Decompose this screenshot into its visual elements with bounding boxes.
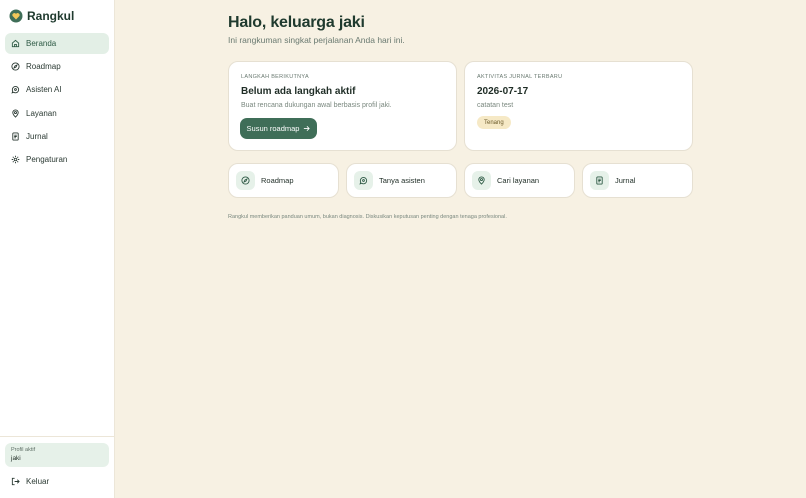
journal-activity-card[interactable]: AKTIVITAS JURNAL TERBARU 2026-07-17 cata…: [464, 61, 693, 151]
sidebar-item-pengaturan[interactable]: Pengaturan: [5, 149, 109, 170]
chat-icon: [359, 177, 368, 185]
sidebar-item-label: Asisten AI: [26, 85, 62, 95]
journal-icon: [12, 132, 19, 141]
sidebar-item-jurnal[interactable]: Jurnal: [5, 126, 109, 147]
quick-link-label: Tanya asisten: [379, 176, 425, 185]
sidebar-item-label: Layanan: [26, 108, 57, 118]
profile-name: jaki: [11, 455, 21, 462]
sidebar-item-asisten-ai[interactable]: Asisten AI: [5, 79, 109, 100]
quick-link-icon-box: [472, 171, 491, 190]
compass-icon: [11, 62, 20, 71]
sidebar-item-label: Jurnal: [26, 131, 48, 141]
heart-logo-icon: [9, 9, 23, 23]
quick-link-icon-box: [236, 171, 255, 190]
quick-link-jurnal[interactable]: Jurnal: [582, 163, 693, 198]
sidebar-item-layanan[interactable]: Layanan: [5, 103, 109, 124]
quick-link-icon-box: [590, 171, 609, 190]
gear-icon: [11, 155, 20, 164]
sidebar-divider: [0, 436, 115, 437]
journal-icon: [596, 176, 603, 185]
journal-activity-eyebrow: AKTIVITAS JURNAL TERBARU: [477, 74, 563, 80]
logout-label: Keluar: [26, 477, 50, 486]
arrow-right-icon: [304, 126, 311, 131]
quick-link-roadmap[interactable]: Roadmap: [228, 163, 339, 198]
next-step-eyebrow: LANGKAH BERIKUTNYA: [241, 74, 309, 80]
active-profile[interactable]: Profil aktif jaki: [5, 443, 109, 467]
sidebar-item-label: Roadmap: [26, 62, 61, 72]
create-roadmap-label: Susun roadmap: [246, 124, 300, 133]
quick-link-label: Roadmap: [261, 176, 294, 185]
sidebar-item-beranda[interactable]: Beranda: [5, 33, 109, 54]
main-content: Halo, keluarga jaki Ini rangkuman singka…: [115, 0, 806, 498]
compass-icon: [241, 176, 250, 185]
profile-label: Profil aktif: [11, 447, 36, 453]
sidebar-item-label: Pengaturan: [26, 154, 68, 164]
journal-entry-date: 2026-07-17: [477, 86, 529, 97]
brand-name: Rangkul: [27, 9, 75, 23]
sidebar-item-roadmap[interactable]: Roadmap: [5, 56, 109, 77]
sidebar-nav: Beranda Roadmap Asisten AI Layanan Jurna…: [5, 33, 109, 172]
next-step-card: LANGKAH BERIKUTNYA Belum ada langkah akt…: [228, 61, 457, 151]
page-title: Halo, keluarga jaki: [228, 14, 365, 31]
chat-icon: [11, 86, 20, 95]
next-step-title: Belum ada langkah aktif: [241, 86, 356, 97]
page-subtitle: Ini rangkuman singkat perjalanan Anda ha…: [228, 35, 405, 45]
journal-entry-note: catatan test: [477, 102, 514, 109]
quick-link-asisten[interactable]: Tanya asisten: [346, 163, 457, 198]
disclaimer: Rangkul memberikan panduan umum, bukan d…: [228, 214, 507, 220]
quick-link-label: Jurnal: [615, 176, 636, 185]
sidebar-item-label: Beranda: [26, 39, 57, 48]
mood-badge: Tenang: [477, 116, 511, 129]
logout-button[interactable]: Keluar: [11, 477, 49, 486]
create-roadmap-button[interactable]: Susun roadmap: [240, 118, 317, 139]
next-step-description: Buat rencana dukungan awal berbasis prof…: [241, 102, 392, 109]
map-pin-icon: [12, 109, 19, 118]
quick-link-label: Cari layanan: [497, 176, 540, 185]
home-icon: [11, 39, 20, 48]
quick-link-layanan[interactable]: Cari layanan: [464, 163, 575, 198]
map-pin-icon: [478, 176, 485, 185]
quick-link-icon-box: [354, 171, 373, 190]
sidebar: Rangkul Beranda Roadmap Asisten AI Layan…: [0, 0, 115, 498]
logout-icon: [11, 477, 20, 486]
brand[interactable]: Rangkul: [9, 9, 74, 23]
